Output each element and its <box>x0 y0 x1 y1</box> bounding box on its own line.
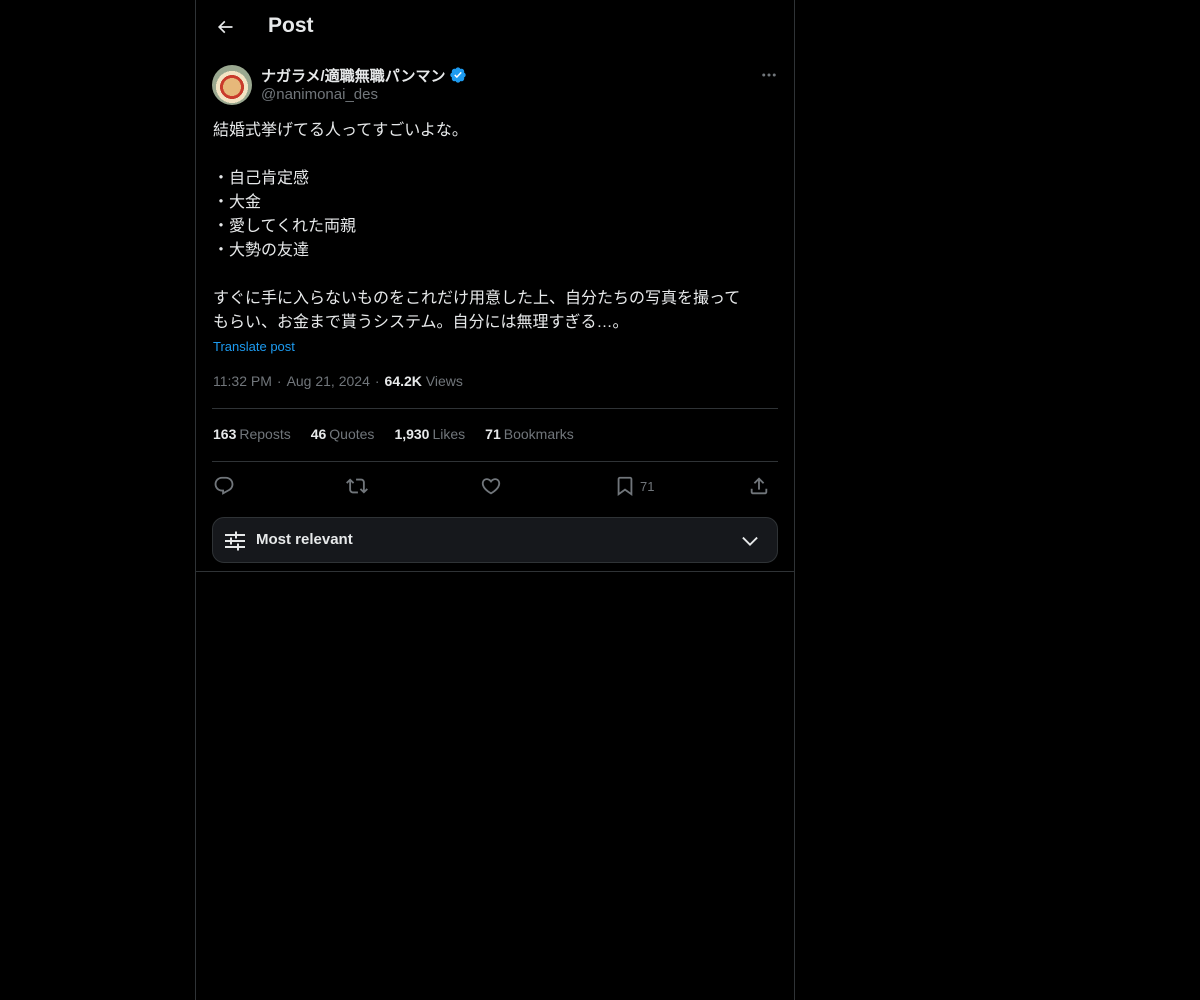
likes-stat[interactable]: 1,930 Likes <box>394 426 465 442</box>
more-options-button[interactable] <box>754 62 784 88</box>
divider <box>196 571 794 572</box>
divider <box>212 461 778 462</box>
post-time[interactable]: 11:32 PM <box>213 373 272 389</box>
heart-icon <box>480 475 502 497</box>
like-button[interactable] <box>480 471 502 501</box>
bookmark-button[interactable]: 71 <box>614 471 654 501</box>
page-header: Post <box>196 0 794 54</box>
reposts-label: Reposts <box>239 426 291 442</box>
post-date[interactable]: Aug 21, 2024 <box>287 373 370 389</box>
separator-dot: · <box>276 373 282 389</box>
sliders-icon <box>223 529 247 553</box>
chevron-down-icon <box>739 530 761 552</box>
post-detail-column: Post ナガラメ/適職無職パンマン @nanimonai_des 結婚式挙げて… <box>195 0 795 1000</box>
verified-badge-icon <box>449 66 467 84</box>
translate-post-link[interactable]: Translate post <box>213 339 295 354</box>
arrow-left-icon <box>215 17 235 37</box>
post-metadata: 11:32 PM · Aug 21, 2024 · 64.2K Views <box>213 373 463 389</box>
reply-button[interactable] <box>213 471 235 501</box>
quotes-count: 46 <box>310 426 327 442</box>
likes-count: 1,930 <box>394 426 430 442</box>
share-icon <box>748 475 770 497</box>
post-text: 結婚式挙げてる人ってすごいよな。 ・自己肯定感 ・大金 ・愛してくれた両親 ・大… <box>213 122 741 331</box>
reply-icon <box>213 475 235 497</box>
share-button[interactable] <box>748 471 770 501</box>
repost-icon <box>346 475 368 497</box>
author-handle[interactable]: @nanimonai_des <box>261 86 378 103</box>
action-bar: 71 <box>212 471 778 501</box>
divider <box>212 408 778 409</box>
bookmarks-label: Bookmarks <box>503 426 574 442</box>
replies-sort-dropdown[interactable]: Most relevant <box>212 517 778 563</box>
reposts-stat[interactable]: 163 Reposts <box>213 426 291 442</box>
back-button[interactable] <box>208 10 242 44</box>
author-name-row: ナガラメ/適職無職パンマン <box>261 64 467 86</box>
author-display-name[interactable]: ナガラメ/適職無職パンマン <box>261 65 445 86</box>
repost-button[interactable] <box>346 471 368 501</box>
views-stat: 64.2K Views <box>385 373 463 389</box>
avatar[interactable] <box>212 65 252 105</box>
page-title: Post <box>268 14 314 37</box>
quotes-stat[interactable]: 46 Quotes <box>311 426 375 442</box>
separator-dot: · <box>374 373 380 389</box>
views-count: 64.2K <box>384 373 422 389</box>
ellipsis-icon <box>760 66 778 84</box>
likes-label: Likes <box>432 426 466 442</box>
bookmarks-stat[interactable]: 71 Bookmarks <box>485 426 574 442</box>
bookmark-count: 71 <box>640 478 655 494</box>
bookmarks-count: 71 <box>485 426 501 442</box>
bookmark-icon <box>614 475 636 497</box>
reposts-count: 163 <box>213 426 237 442</box>
sort-label: Most relevant <box>256 531 353 548</box>
quotes-label: Quotes <box>329 426 375 442</box>
views-label: Views <box>425 373 463 389</box>
engagement-stats: 163 Reposts 46 Quotes 1,930 Likes 71 Bookmar… <box>213 426 574 442</box>
